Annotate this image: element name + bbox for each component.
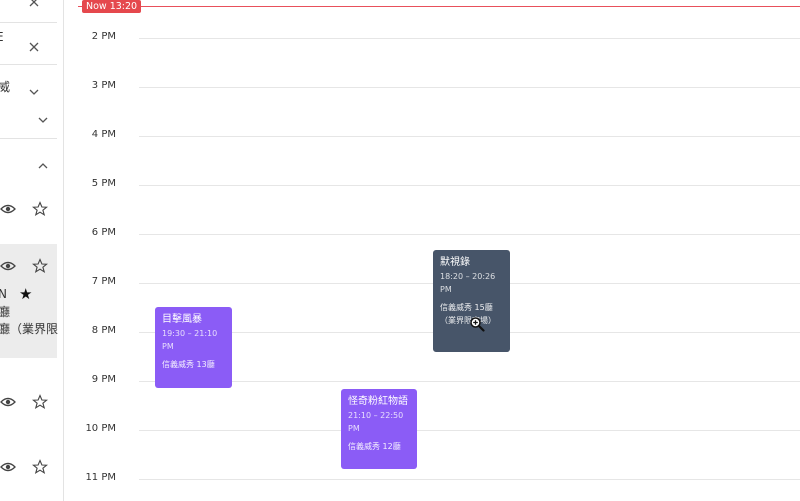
hour-line — [139, 185, 800, 186]
divider — [0, 64, 57, 65]
event-title: 怪奇粉紅物語 — [348, 396, 408, 407]
event-title: 目擊風暴 — [162, 314, 202, 325]
chevron-up-icon[interactable] — [35, 158, 51, 174]
star-outline-icon[interactable] — [32, 394, 48, 410]
hour-label: 11 PM — [85, 472, 116, 483]
hour-line — [139, 234, 800, 235]
event-venue: 信義威秀 12廳 — [348, 442, 401, 451]
star-outline-icon[interactable] — [32, 258, 48, 274]
sidebar-text: E — [0, 30, 4, 44]
star-outline-icon[interactable] — [32, 201, 48, 217]
hour-line — [139, 38, 800, 39]
hour-label: 4 PM — [91, 129, 116, 140]
hour-label: 5 PM — [91, 178, 116, 189]
divider — [0, 138, 57, 139]
now-line — [78, 6, 800, 7]
event-venue: 信義威秀 13廳 — [162, 360, 215, 369]
zoom-in-icon — [470, 317, 485, 332]
now-indicator: Now 13:20 — [82, 0, 142, 13]
star-solid-icon[interactable]: ★ — [19, 285, 32, 303]
divider — [0, 22, 57, 23]
event-card[interactable]: 怪奇粉紅物語 21:10 – 22:50 PM 信義威秀 12廳 — [341, 389, 417, 469]
hour-label: 10 PM — [85, 423, 116, 434]
calendar-day-view: Now 13:20 2 PM 3 PM 4 PM 5 PM 6 PM 7 PM … — [64, 0, 800, 501]
chevron-down-icon[interactable] — [35, 112, 51, 128]
sidebar: E 威 N ★ 廳 廳（業界限 — [0, 0, 64, 501]
eye-icon[interactable] — [0, 394, 16, 410]
hour-label: 8 PM — [91, 325, 116, 336]
event-title: 默視錄 — [440, 257, 470, 268]
star-outline-icon[interactable] — [32, 459, 48, 475]
hour-label: 7 PM — [91, 276, 116, 287]
hour-line — [139, 381, 800, 382]
eye-icon[interactable] — [0, 201, 16, 217]
chevron-down-icon[interactable] — [26, 84, 42, 100]
eye-icon[interactable] — [0, 459, 16, 475]
sidebar-text: N — [0, 287, 7, 301]
hour-line — [139, 87, 800, 88]
close-icon[interactable] — [26, 39, 42, 55]
hour-line — [139, 430, 800, 431]
hour-label: 6 PM — [91, 227, 116, 238]
sidebar-text: 廳（業界限 — [0, 322, 59, 336]
event-time: 18:20 – 20:26 PM — [440, 272, 496, 294]
hour-label: 2 PM — [91, 31, 116, 42]
event-card[interactable]: 默視錄 18:20 – 20:26 PM 信義威秀 15廳（業界限定場） — [433, 250, 510, 352]
hour-line — [139, 136, 800, 137]
event-time: 21:10 – 22:50 PM — [348, 411, 404, 433]
hour-label: 9 PM — [91, 374, 116, 385]
event-time: 19:30 – 21:10 PM — [162, 329, 218, 351]
close-icon[interactable] — [26, 0, 42, 10]
sidebar-text: 威 — [0, 78, 10, 95]
sidebar-text: 廳 — [0, 303, 10, 320]
hour-label: 3 PM — [91, 80, 116, 91]
hour-line — [139, 479, 800, 480]
eye-icon[interactable] — [0, 258, 16, 274]
event-card[interactable]: 目擊風暴 19:30 – 21:10 PM 信義威秀 13廳 — [155, 307, 232, 388]
